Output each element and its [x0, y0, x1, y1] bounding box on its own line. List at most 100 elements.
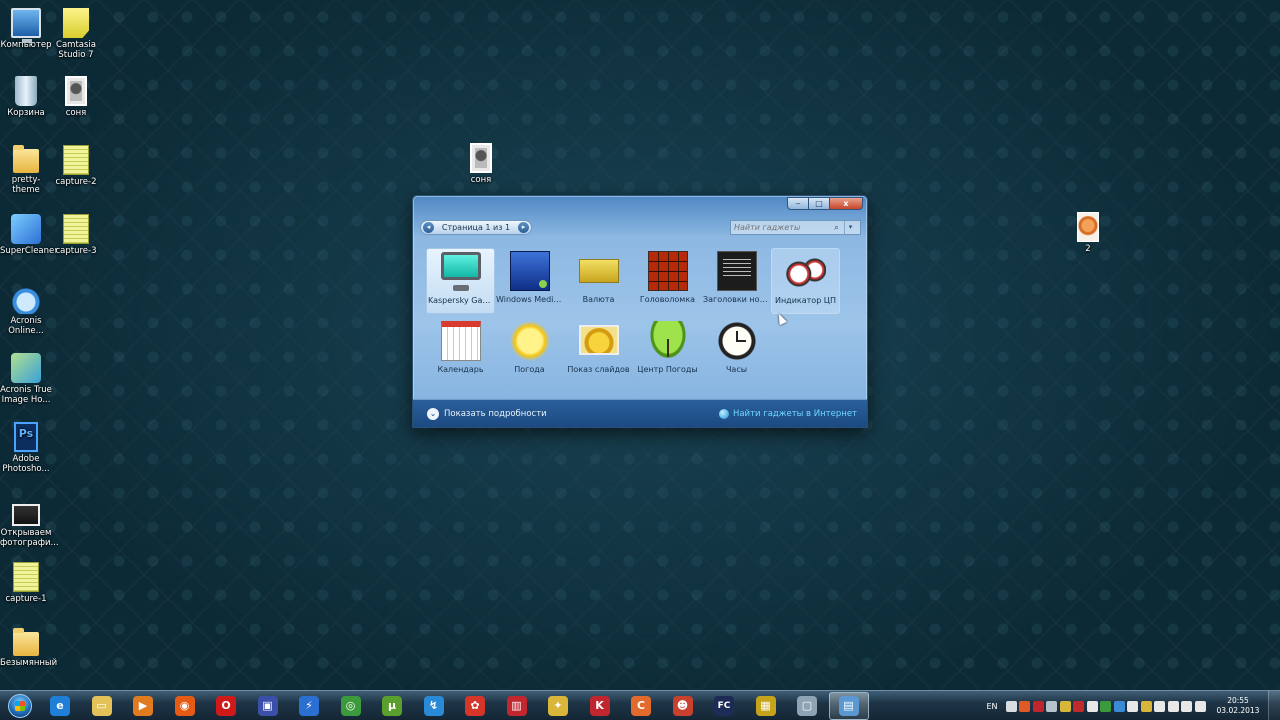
- desktop-icon-camtasia[interactable]: Camtasia Studio 7: [50, 8, 102, 60]
- taskbar-button-opera[interactable]: O: [206, 692, 246, 720]
- clock-icon: [716, 321, 757, 361]
- gadget-puzzle[interactable]: Головоломка: [633, 248, 702, 314]
- tray-icon[interactable]: [1140, 700, 1152, 712]
- tray-icon[interactable]: [1059, 700, 1071, 712]
- gadget-search-input[interactable]: [734, 221, 834, 234]
- taskbar-button-internet-explorer[interactable]: e: [40, 692, 80, 720]
- taskbar-button-winrar[interactable]: ▥: [497, 692, 537, 720]
- previous-page-button[interactable]: ◂: [423, 222, 434, 233]
- taskbar-button-game-app[interactable]: ☻: [663, 692, 703, 720]
- taskbar-button-network-tool[interactable]: ↯: [414, 692, 454, 720]
- tray-icon[interactable]: [1046, 700, 1057, 712]
- taskbar-button-icq[interactable]: ✿: [455, 692, 495, 720]
- desktop-icon-supercleaner[interactable]: SuperCleaner: [0, 214, 58, 256]
- desktop-icon-2[interactable]: 2: [1062, 212, 1114, 254]
- desktop-icon-label: capture-1: [5, 594, 47, 604]
- close-button[interactable]: x: [829, 197, 863, 210]
- gadget-cpu-meter[interactable]: Индикатор ЦП: [771, 248, 840, 314]
- taskbar-button-speed-tool[interactable]: ⚡: [289, 692, 329, 720]
- desktop-icon-acronis-online[interactable]: Acronis Online...: [0, 284, 52, 336]
- taskbar-button-ccleaner[interactable]: C: [621, 692, 661, 720]
- tray-icon[interactable]: [1181, 700, 1192, 712]
- taskbar-button-save-tool[interactable]: ▣: [248, 692, 288, 720]
- taskbar-button-camtasia[interactable]: ▦: [746, 692, 786, 720]
- tray-icon[interactable]: [1005, 700, 1017, 712]
- desktop-icon-label: Корзина: [7, 108, 45, 118]
- taskbar-button-window-app[interactable]: ▢: [787, 692, 827, 720]
- gadget-news-headlines[interactable]: Заголовки нов...: [702, 248, 771, 314]
- gadget-calendar[interactable]: Календарь: [426, 318, 495, 384]
- search-dropdown-chevron-icon[interactable]: ▾: [844, 221, 856, 234]
- taskbar-button-firefox[interactable]: ◉: [165, 692, 205, 720]
- tray-icon[interactable]: [1154, 700, 1165, 712]
- gadget-gallery-window: ‒ □ x ◂ Страница 1 из 1 ▸ ⌕ ▾ Kaspersky …: [412, 195, 868, 428]
- gadget-slideshow[interactable]: Показ слайдов: [564, 318, 633, 384]
- kaspersky-icon: K: [589, 695, 610, 716]
- tray-icon[interactable]: [1086, 700, 1098, 712]
- video-file-icon: [12, 504, 40, 526]
- desktop-icon-recycle-bin[interactable]: Корзина: [0, 76, 52, 118]
- desktop-icon-photoshop[interactable]: Ps Adobe Photosho...: [0, 422, 52, 474]
- gadget-weather-center[interactable]: Центр Погоды: [633, 318, 702, 384]
- desktop-icon-acronis-true-image[interactable]: Acronis True Image Ho...: [0, 353, 52, 405]
- clock-time: 20:55: [1227, 696, 1249, 705]
- taskbar-button-far-manager[interactable]: FC: [704, 692, 744, 720]
- desktop-icon-capture-3[interactable]: capture-3: [50, 214, 102, 256]
- gadget-kaspersky[interactable]: Kaspersky Gadget: [426, 248, 495, 314]
- start-button[interactable]: [0, 691, 40, 720]
- tray-icon[interactable]: [1073, 700, 1084, 712]
- folder-icon: [13, 145, 39, 173]
- desktop-icon-capture-2[interactable]: capture-2: [50, 145, 102, 187]
- windows-start-icon: [8, 693, 32, 718]
- maximize-button[interactable]: □: [808, 197, 830, 210]
- speed-tool-icon: ⚡: [299, 695, 319, 716]
- gadget-windows-media-center[interactable]: Windows Media...: [495, 248, 564, 314]
- recycle-bin-icon: [15, 76, 37, 106]
- video-file-icon: [63, 145, 89, 175]
- desktop-icon-unnamed[interactable]: Безымянный: [0, 628, 57, 668]
- taskbar-button-fences[interactable]: ✦: [538, 692, 578, 720]
- taskbar-button-chrome[interactable]: ◎: [331, 692, 371, 720]
- desktop-icon-open-photos-video[interactable]: Открываем фотографи...: [0, 500, 59, 548]
- taskbar-button-gadgets[interactable]: ▤: [828, 691, 869, 720]
- tray-icon[interactable]: [1113, 700, 1125, 712]
- system-clock[interactable]: 20:55 03.02.2013: [1216, 696, 1260, 716]
- gadget-weather[interactable]: Погода: [495, 318, 564, 384]
- desktop-icon-pretty-theme[interactable]: pretty-theme: [0, 145, 52, 195]
- next-page-button[interactable]: ▸: [517, 222, 529, 233]
- desktop-icon-computer[interactable]: Компьютер: [0, 8, 52, 50]
- desktop-icon-label: Открываем фотографи...: [0, 528, 59, 548]
- minimize-button[interactable]: ‒: [787, 197, 809, 210]
- tray-icon[interactable]: [1032, 700, 1044, 712]
- tray-icon[interactable]: [1167, 700, 1179, 712]
- gadget-label: Погода: [514, 365, 545, 374]
- desktop-icon-sonya[interactable]: соня: [50, 76, 102, 118]
- tray-icon[interactable]: [1100, 700, 1111, 712]
- taskbar-button-utorrent[interactable]: µ: [372, 692, 412, 720]
- desktop-icon-label: 2: [1085, 244, 1091, 254]
- firefox-icon: ◉: [174, 695, 195, 716]
- far-manager-icon: FC: [714, 695, 734, 716]
- desktop-icon-label: pretty-theme: [11, 175, 41, 195]
- chevron-down-icon: ⌄: [427, 407, 439, 420]
- show-desktop-button[interactable]: [1268, 691, 1280, 720]
- tray-icon[interactable]: [1194, 700, 1206, 712]
- language-indicator[interactable]: EN: [986, 702, 997, 711]
- show-details-button[interactable]: ⌄ Показать подробности: [427, 407, 547, 420]
- taskbar-button-explorer[interactable]: ▭: [82, 692, 122, 720]
- desktop-icon-sonya-2[interactable]: соня: [455, 143, 507, 185]
- desktop-icon-capture-1[interactable]: capture-1: [0, 562, 52, 604]
- gadget-currency[interactable]: Валюта: [564, 248, 633, 314]
- fences-icon: ✦: [548, 695, 568, 716]
- gadget-label: Календарь: [437, 365, 484, 374]
- taskbar-button-kaspersky[interactable]: K: [580, 692, 620, 720]
- gadget-label: Валюта: [582, 295, 615, 304]
- tray-icon[interactable]: [1127, 700, 1138, 712]
- taskbar-button-media-player[interactable]: ▶: [123, 692, 163, 720]
- search-icon[interactable]: ⌕: [834, 222, 844, 234]
- gadget-clock[interactable]: Часы: [702, 318, 771, 384]
- photo-icon: [65, 76, 87, 106]
- get-gadgets-online-link[interactable]: Найти гаджеты в Интернет: [718, 408, 857, 419]
- tray-icon[interactable]: [1019, 700, 1030, 712]
- gadgets-icon: ▤: [838, 695, 859, 716]
